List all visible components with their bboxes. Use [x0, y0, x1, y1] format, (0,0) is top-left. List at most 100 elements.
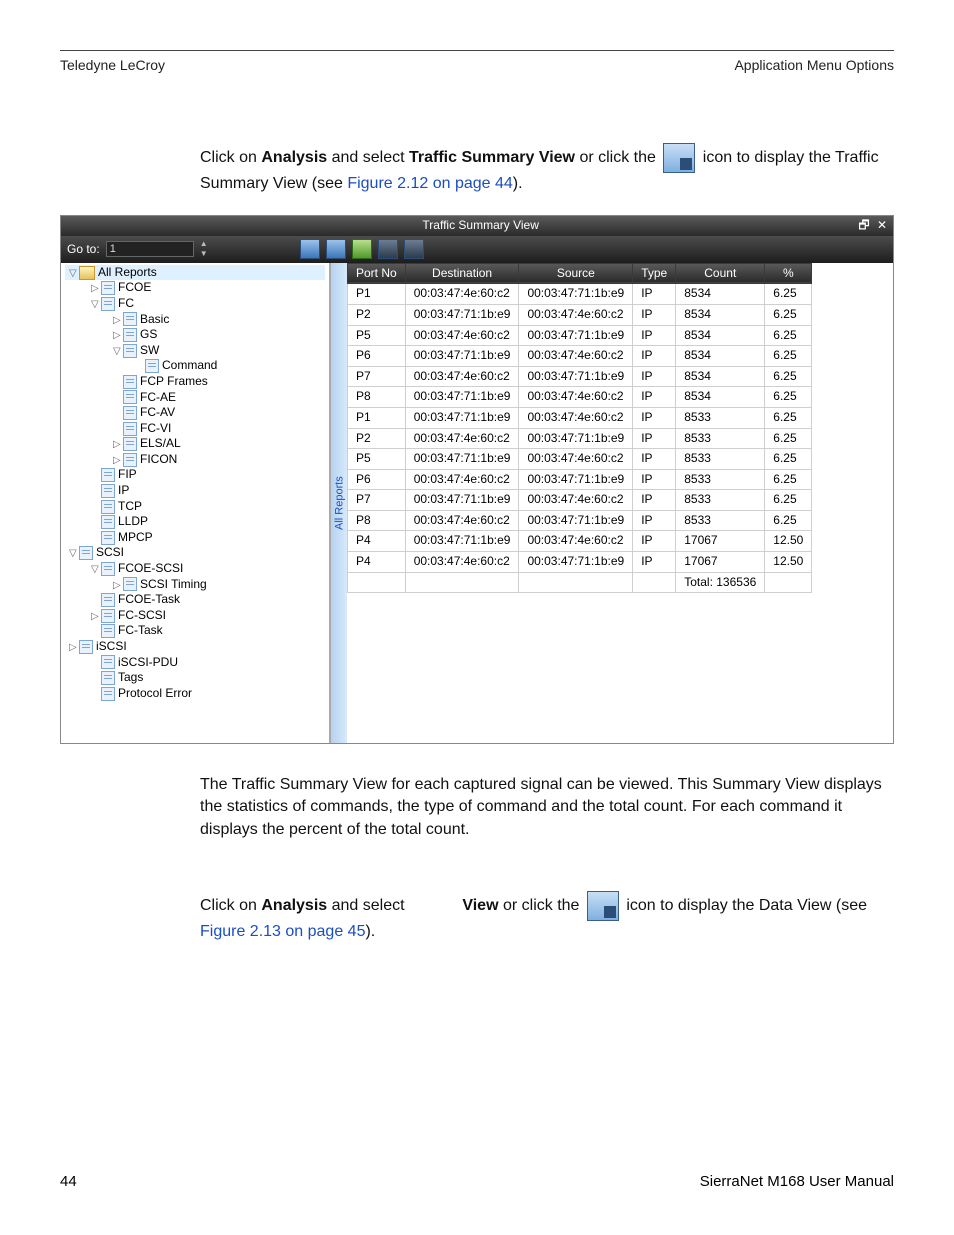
spinner-up-icon[interactable]: ▲: [200, 239, 208, 249]
tree-item[interactable]: ▷FC-SCSI: [65, 608, 325, 624]
table-cell: 6.25: [765, 284, 812, 305]
tree-item[interactable]: ▽SCSI: [65, 545, 325, 561]
report-tree[interactable]: ▽All Reports▷FCOE▽FC▷Basic▷GS▽SWCommandF…: [61, 263, 330, 743]
tree-item[interactable]: ▷ Basic: [65, 312, 325, 328]
expand-icon[interactable]: ▷: [113, 579, 123, 592]
expand-icon[interactable]: ▷: [113, 438, 123, 451]
expand-icon[interactable]: ▷: [91, 282, 101, 295]
expand-icon[interactable]: ▷: [91, 610, 101, 623]
table-row[interactable]: P200:03:47:4e:60:c200:03:47:71:1b:e9IP85…: [348, 428, 812, 449]
tree-item[interactable]: Tags: [65, 670, 325, 686]
table-row[interactable]: P200:03:47:71:1b:e900:03:47:4e:60:c2IP85…: [348, 304, 812, 325]
tree-item[interactable]: TCP: [65, 499, 325, 515]
tree-item[interactable]: Protocol Error: [65, 686, 325, 702]
tree-item[interactable]: iSCSI-PDU: [65, 655, 325, 671]
tree-item-label: FC-AV: [140, 405, 175, 419]
tree-item[interactable]: FCOE-Task: [65, 592, 325, 608]
play-icon[interactable]: [300, 239, 320, 259]
table-cell: 8533: [676, 510, 765, 531]
tree-item[interactable]: MPCP: [65, 530, 325, 546]
restore-icon[interactable]: 🗗: [858, 218, 869, 234]
table-cell: 00:03:47:71:1b:e9: [405, 387, 519, 408]
table-cell: 6.25: [765, 449, 812, 470]
column-header[interactable]: Destination: [405, 263, 519, 284]
table-row[interactable]: P700:03:47:4e:60:c200:03:47:71:1b:e9IP85…: [348, 366, 812, 387]
tree-item[interactable]: ▽SW: [65, 343, 325, 359]
tree-item[interactable]: ▷ELS/AL: [65, 436, 325, 452]
expand-icon[interactable]: ▷: [113, 454, 123, 467]
table-cell: 8533: [676, 428, 765, 449]
column-header[interactable]: Count: [676, 263, 765, 284]
table-row[interactable]: P800:03:47:71:1b:e900:03:47:4e:60:c2IP85…: [348, 387, 812, 408]
tree-item[interactable]: ▷ SCSI Timing: [65, 577, 325, 593]
column-header[interactable]: Port No: [348, 263, 406, 284]
table-total-row: Total: 136536: [348, 572, 812, 593]
side-tab-all-reports[interactable]: All Reports: [330, 263, 347, 743]
table-row[interactable]: P500:03:47:4e:60:c200:03:47:71:1b:e9IP85…: [348, 325, 812, 346]
table-row[interactable]: P600:03:47:71:1b:e900:03:47:4e:60:c2IP85…: [348, 346, 812, 367]
table-row[interactable]: P100:03:47:4e:60:c200:03:47:71:1b:e9IP85…: [348, 284, 812, 305]
grid-icon[interactable]: [378, 239, 398, 259]
tree-item[interactable]: FC-AE: [65, 390, 325, 406]
table-cell: 00:03:47:71:1b:e9: [405, 531, 519, 552]
table-cell: P1: [348, 284, 406, 305]
column-header[interactable]: Source: [519, 263, 633, 284]
collapse-icon[interactable]: ▽: [69, 547, 79, 560]
tree-item[interactable]: ▽All Reports: [65, 265, 325, 281]
tree-item-label: FIP: [118, 467, 137, 481]
table-cell: 00:03:47:71:1b:e9: [405, 490, 519, 511]
tree-item[interactable]: FC-Task: [65, 623, 325, 639]
table-row[interactable]: P700:03:47:71:1b:e900:03:47:4e:60:c2IP85…: [348, 490, 812, 511]
tree-item[interactable]: FIP: [65, 467, 325, 483]
report-icon: [101, 468, 115, 482]
collapse-icon[interactable]: ▽: [91, 563, 101, 576]
tree-item[interactable]: ▽FCOE-SCSI: [65, 561, 325, 577]
expand-icon[interactable]: ▷: [69, 641, 79, 654]
table-cell: P4: [348, 552, 406, 573]
table-row[interactable]: P400:03:47:4e:60:c200:03:47:71:1b:e9IP17…: [348, 552, 812, 573]
goto-input[interactable]: [106, 241, 194, 257]
collapse-icon[interactable]: ▽: [91, 298, 101, 311]
table-row[interactable]: P400:03:47:71:1b:e900:03:47:4e:60:c2IP17…: [348, 531, 812, 552]
tree-item[interactable]: ▷iSCSI: [65, 639, 325, 655]
tree-item-label: Command: [162, 358, 217, 372]
collapse-icon[interactable]: ▽: [69, 267, 79, 280]
print-icon[interactable]: [352, 239, 372, 259]
report-icon: [101, 281, 115, 295]
expand-icon[interactable]: ▷: [113, 314, 123, 327]
collapse-icon[interactable]: ▽: [113, 345, 123, 358]
tree-item[interactable]: IP: [65, 483, 325, 499]
column-header[interactable]: %: [765, 263, 812, 284]
tree-item[interactable]: FC-AV: [65, 405, 325, 421]
table-cell: IP: [633, 490, 676, 511]
table-cell: P5: [348, 325, 406, 346]
tree-item-label: SCSI Timing: [140, 577, 207, 591]
xref-link-2[interactable]: Figure 2.13 on page 45: [200, 923, 365, 940]
xref-link[interactable]: Figure 2.12 on page 44: [347, 175, 512, 192]
table-row[interactable]: P600:03:47:4e:60:c200:03:47:71:1b:e9IP85…: [348, 469, 812, 490]
table-cell: IP: [633, 449, 676, 470]
tree-item[interactable]: LLDP: [65, 514, 325, 530]
close-icon[interactable]: ✕: [877, 218, 887, 234]
tree-item[interactable]: ▷GS: [65, 327, 325, 343]
table-row[interactable]: P100:03:47:71:1b:e900:03:47:4e:60:c2IP85…: [348, 407, 812, 428]
expand-icon[interactable]: ▷: [113, 329, 123, 342]
table-row[interactable]: P800:03:47:4e:60:c200:03:47:71:1b:e9IP85…: [348, 510, 812, 531]
table-row[interactable]: P500:03:47:71:1b:e900:03:47:4e:60:c2IP85…: [348, 449, 812, 470]
tree-item[interactable]: ▷FICON: [65, 452, 325, 468]
tree-item[interactable]: FCP Frames: [65, 374, 325, 390]
options-icon[interactable]: [404, 239, 424, 259]
tree-item[interactable]: Command: [65, 358, 325, 374]
spinner-down-icon[interactable]: ▼: [200, 249, 208, 259]
tree-item[interactable]: FC-VI: [65, 421, 325, 437]
report-icon: [123, 390, 137, 404]
save-icon[interactable]: [326, 239, 346, 259]
table-cell: 6.25: [765, 469, 812, 490]
column-header[interactable]: Type: [633, 263, 676, 284]
tree-item[interactable]: ▽FC: [65, 296, 325, 312]
tree-item[interactable]: ▷FCOE: [65, 280, 325, 296]
analysis-label: Analysis: [261, 149, 327, 166]
table-cell: IP: [633, 325, 676, 346]
folder-icon: [79, 266, 95, 280]
tree-item-label: Basic: [140, 312, 169, 326]
